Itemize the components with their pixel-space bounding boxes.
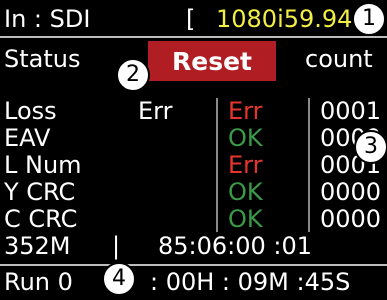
footer-separator: | — [112, 232, 121, 260]
status-label: Status — [4, 45, 81, 73]
row-ycrc-count: 0000 — [320, 178, 382, 206]
timecode: 85:06:00 :01 — [158, 232, 313, 260]
row-ccrc-state: OK — [228, 205, 263, 233]
data-rate: 352M — [4, 232, 71, 260]
row-eav-state: OK — [228, 124, 263, 152]
run-time: : 00H : 09M :45S — [150, 268, 351, 296]
row-lnum-state: Err — [228, 151, 263, 179]
video-format: 1080i59.94 — [216, 5, 353, 33]
input-label: In : SDI — [4, 5, 91, 33]
callout-marker-2: 2 — [116, 58, 150, 92]
column-divider-2 — [308, 98, 310, 232]
column-divider-1 — [216, 98, 218, 232]
row-loss-state-1: Err — [138, 97, 173, 125]
row-loss-state-2: Err — [228, 97, 263, 125]
sdi-status-screen: In : SDI [ 1080i59.94 Status Reset count… — [0, 0, 387, 300]
run-label: Run 0 — [4, 268, 73, 296]
footer-divider — [0, 264, 387, 266]
row-ycrc-state: OK — [228, 178, 263, 206]
row-ycrc-name: Y CRC — [4, 178, 76, 206]
row-loss-count: 0001 — [320, 97, 382, 125]
header-divider — [0, 36, 387, 38]
row-eav-name: EAV — [4, 124, 51, 152]
callout-marker-1: 1 — [352, 2, 386, 36]
row-lnum-name: L Num — [4, 151, 82, 179]
callout-marker-4: 4 — [102, 262, 136, 296]
format-bracket: [ — [186, 5, 196, 33]
callout-marker-3: 3 — [354, 130, 387, 164]
row-loss-name: Loss — [4, 97, 57, 125]
reset-button[interactable]: Reset — [148, 41, 276, 81]
row-ccrc-name: C CRC — [4, 205, 78, 233]
row-ccrc-count: 0000 — [320, 205, 382, 233]
count-label: count — [305, 45, 373, 73]
